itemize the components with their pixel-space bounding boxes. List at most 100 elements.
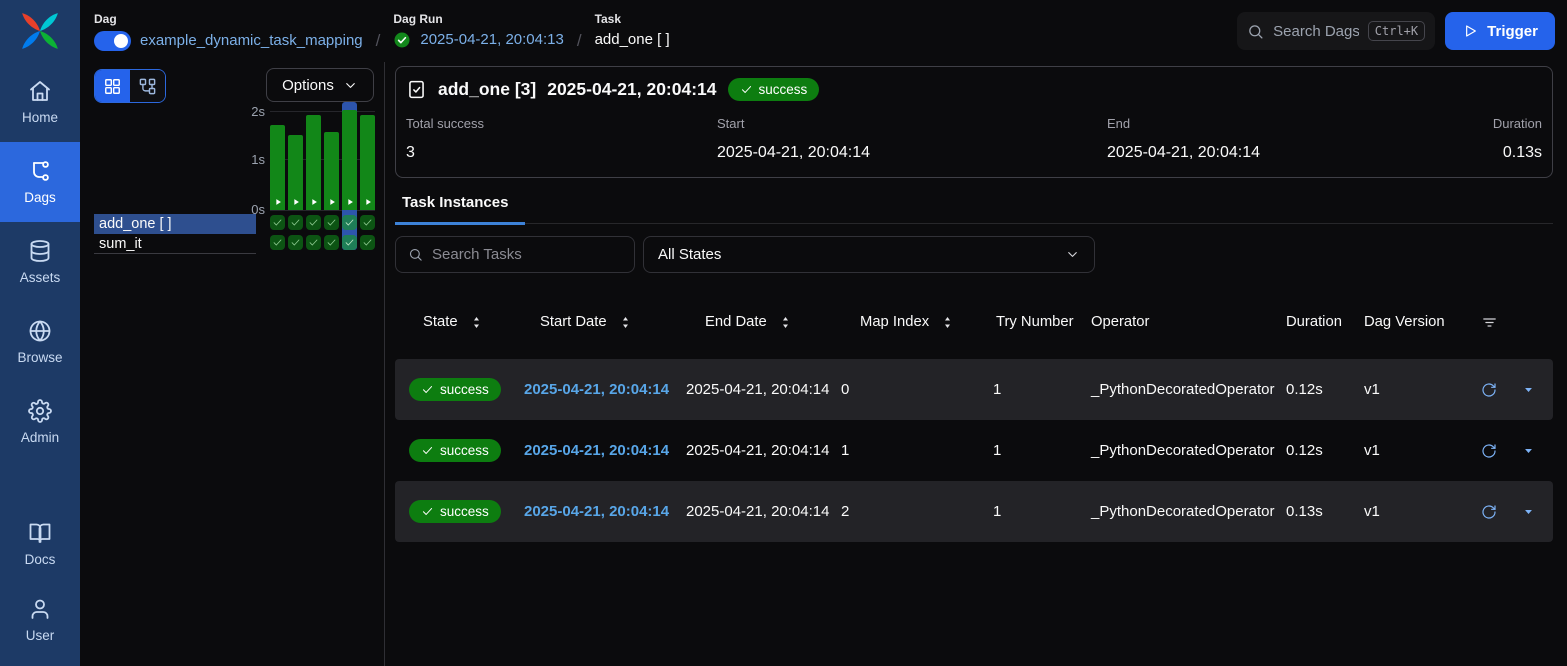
task-instance-square[interactable] <box>324 215 339 230</box>
sort-icon[interactable] <box>469 315 484 330</box>
breadcrumb-dag-run: Dag Run 2025-04-21, 20:04:13 <box>393 12 563 51</box>
try-number: 1 <box>993 503 1091 520</box>
sidebar-item-assets[interactable]: Assets <box>0 222 80 302</box>
task-instance-square[interactable] <box>360 215 375 230</box>
clear-task-icon[interactable] <box>1481 443 1497 459</box>
sidebar-item-docs[interactable]: Docs <box>0 506 80 582</box>
sort-icon[interactable] <box>778 315 793 330</box>
airflow-logo[interactable] <box>0 0 80 62</box>
task-instance-square[interactable] <box>288 215 303 230</box>
column-filter-button[interactable] <box>1469 314 1553 331</box>
task-row-add_one[interactable]: add_one [ ] <box>94 214 256 234</box>
duration: 0.12s <box>1286 381 1364 398</box>
search-tasks-input[interactable] <box>432 246 622 263</box>
column-header-operator: Operator <box>1091 314 1286 330</box>
run-play-icon <box>291 197 301 207</box>
table-row: success 2025-04-21, 20:04:14 2025-04-21,… <box>395 420 1553 481</box>
row-menu-caret-icon[interactable] <box>1521 443 1536 458</box>
column-header-duration: Duration <box>1286 314 1364 330</box>
start-date-link[interactable]: 2025-04-21, 20:04:14 <box>524 381 686 398</box>
task-instance-square[interactable] <box>342 235 357 250</box>
search-dags-input[interactable] <box>1273 23 1359 40</box>
options-button[interactable]: Options <box>266 68 374 102</box>
sidebar-item-dags[interactable]: Dags <box>0 142 80 222</box>
assets-icon <box>28 239 52 263</box>
column-header-state[interactable]: State <box>395 314 524 330</box>
sidebar-bottom: Docs User <box>0 506 80 666</box>
task-instance-square[interactable] <box>288 235 303 250</box>
operator: _PythonDecoratedOperator <box>1091 381 1286 398</box>
dag-pause-toggle[interactable] <box>94 31 131 51</box>
sort-icon[interactable] <box>940 315 955 330</box>
column-header-map-index[interactable]: Map Index <box>841 314 993 330</box>
task-instance-square[interactable] <box>270 235 285 250</box>
clear-task-icon[interactable] <box>1481 382 1497 398</box>
task-timestamp: 2025-04-21, 20:04:14 <box>547 79 716 100</box>
run-duration-bar[interactable] <box>270 125 285 210</box>
row-menu-caret-icon[interactable] <box>1521 382 1536 397</box>
task-instance-square[interactable] <box>306 235 321 250</box>
breadcrumb-separator: / <box>577 31 582 51</box>
sidebar-item-user[interactable]: User <box>0 582 80 658</box>
task-instance-square[interactable] <box>306 215 321 230</box>
stat-start: Start 2025-04-21, 20:04:14 <box>717 116 1107 162</box>
search-icon <box>408 247 423 262</box>
state-badge: success <box>409 500 501 523</box>
run-duration-bar[interactable] <box>360 115 375 210</box>
chevron-down-icon <box>1065 247 1080 262</box>
row-menu-caret-icon[interactable] <box>1521 504 1536 519</box>
column-header-try-number: Try Number <box>993 314 1091 330</box>
dag-run-column <box>360 102 375 250</box>
breadcrumb-task: Task add_one [ ] <box>595 12 670 51</box>
sidebar-item-label: Admin <box>21 430 59 445</box>
sidebar-item-label: Home <box>22 110 58 125</box>
run-duration-bar[interactable] <box>342 110 357 210</box>
dag-run-link[interactable]: 2025-04-21, 20:04:13 <box>420 31 563 48</box>
sidebar-item-home[interactable]: Home <box>0 62 80 142</box>
search-dags-box[interactable]: Ctrl+K <box>1237 12 1435 50</box>
runs-grid <box>270 102 375 250</box>
task-row-sum_it[interactable]: sum_it <box>94 234 256 254</box>
start-date-link[interactable]: 2025-04-21, 20:04:14 <box>524 503 686 520</box>
map-index: 1 <box>841 442 993 459</box>
sidebar-item-label: Docs <box>25 552 56 567</box>
task-instance-square[interactable] <box>270 215 285 230</box>
graph-view-button[interactable] <box>130 70 165 102</box>
trigger-button[interactable]: Trigger <box>1445 12 1555 50</box>
clear-task-icon[interactable] <box>1481 504 1497 520</box>
run-play-icon <box>327 197 337 207</box>
task-instance-square[interactable] <box>342 215 357 230</box>
y-tick-2s: 2s <box>251 104 265 119</box>
task-label: Task <box>595 12 670 26</box>
run-play-icon <box>363 197 373 207</box>
stat-duration: Duration 0.13s <box>1493 116 1542 162</box>
map-index: 0 <box>841 381 993 398</box>
grid-view-button[interactable] <box>95 70 130 102</box>
column-header-start-date[interactable]: Start Date <box>524 314 686 330</box>
table-row: success 2025-04-21, 20:04:14 2025-04-21,… <box>395 481 1553 542</box>
column-header-end-date[interactable]: End Date <box>686 314 841 330</box>
task-instance-square[interactable] <box>324 235 339 250</box>
sort-icon[interactable] <box>618 315 633 330</box>
dag-version: v1 <box>1364 381 1469 398</box>
tab-task-instances[interactable]: Task Instances <box>395 194 525 225</box>
run-duration-bar[interactable] <box>306 115 321 210</box>
state-filter-select[interactable]: All States <box>643 236 1095 273</box>
run-play-icon <box>345 197 355 207</box>
view-toggle <box>94 69 166 103</box>
run-duration-bar[interactable] <box>288 135 303 210</box>
sidebar-item-admin[interactable]: Admin <box>0 382 80 462</box>
grid-panel: Options 2s 1s 0s add_one [ ]sum_it <box>80 62 385 666</box>
dag-link[interactable]: example_dynamic_task_mapping <box>140 32 363 49</box>
dags-icon <box>28 159 52 183</box>
task-instance-square[interactable] <box>360 235 375 250</box>
search-tasks-box[interactable] <box>395 236 635 273</box>
tab-bar: Task Instances <box>395 194 1553 224</box>
sidebar-item-browse[interactable]: Browse <box>0 302 80 382</box>
duration: 0.13s <box>1286 503 1364 520</box>
run-duration-bar[interactable] <box>324 132 339 210</box>
end-date: 2025-04-21, 20:04:14 <box>686 503 841 520</box>
start-date-link[interactable]: 2025-04-21, 20:04:14 <box>524 442 686 459</box>
task-details: add_one [3] 2025-04-21, 20:04:14 success… <box>385 62 1567 666</box>
sidebar-item-label: User <box>26 628 55 643</box>
